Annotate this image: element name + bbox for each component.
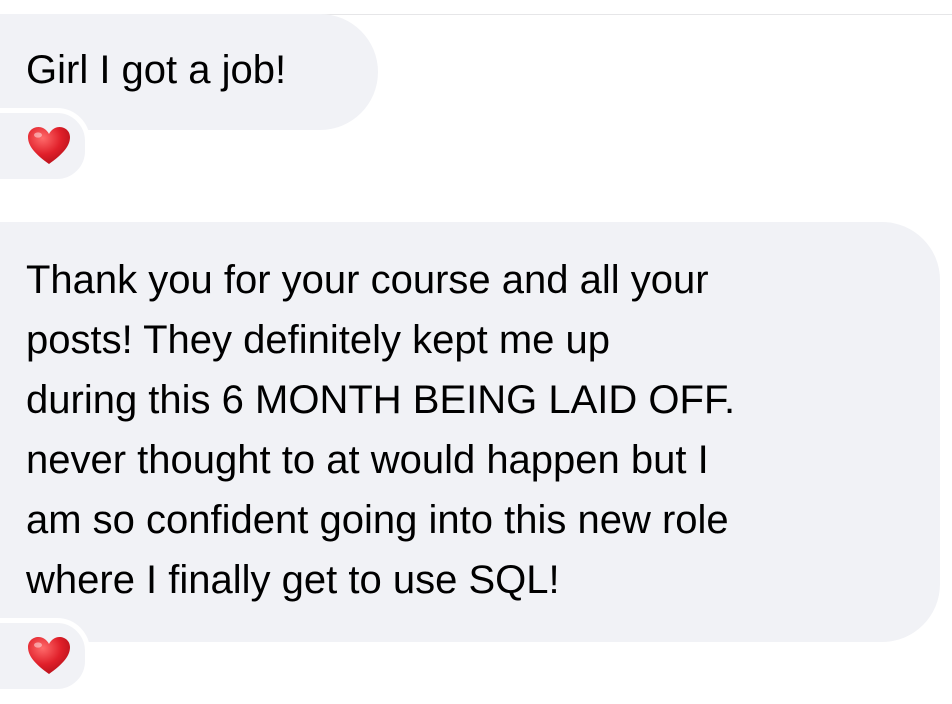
message-text-line: am so confident going into this new role (26, 498, 729, 542)
message-bubble[interactable]: Thank you for your course and all your p… (0, 222, 940, 642)
message-text: Girl I got a job! (26, 48, 287, 92)
heart-icon (28, 127, 70, 164)
chat-thread: Girl I got a job! Thank you for your cou… (0, 0, 952, 704)
message-text-line: where I finally get to use SQL! (26, 558, 560, 602)
message-text-line: never thought to at would happen but I (26, 438, 709, 482)
reaction-badge[interactable] (0, 108, 90, 184)
heart-icon (28, 637, 70, 674)
reaction-badge[interactable] (0, 618, 90, 694)
message-text-line: during this 6 MONTH BEING LAID OFF. (26, 378, 736, 422)
message-text-line: posts! They definitely kept me up (26, 318, 611, 362)
message-text-line: Thank you for your course and all your (26, 258, 709, 302)
